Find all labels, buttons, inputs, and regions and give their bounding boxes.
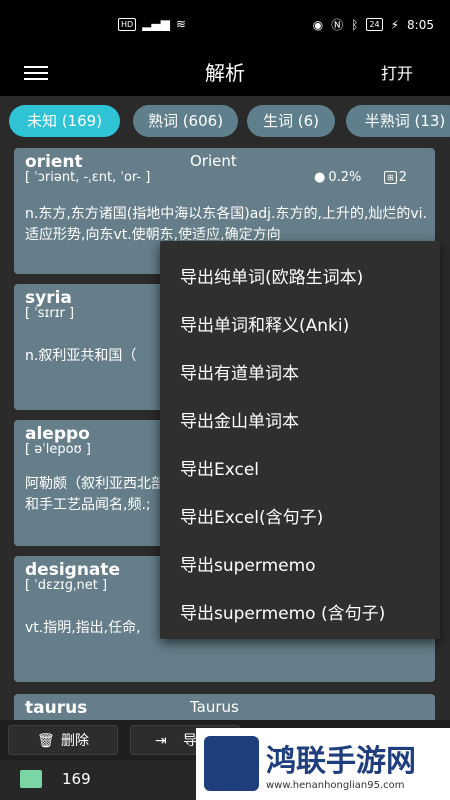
occurrence-count: 2 (398, 170, 407, 185)
word-original: Taurus (190, 698, 239, 716)
location-icon: ● (314, 170, 326, 185)
menu-item-export-excel-sentences[interactable]: 导出Excel(含句子) (180, 503, 323, 528)
delete-label: 删除 (61, 733, 89, 749)
nfc-icon: Ⓝ (331, 18, 344, 32)
menu-item-export-anki[interactable]: 导出单词和释义(Anki) (180, 311, 349, 336)
select-all-checkbox[interactable] (20, 770, 42, 788)
watermark: 鸿联手游网 www.henanhonglian95.com (196, 728, 450, 800)
battery-icon: 24 (366, 18, 383, 31)
tab-half-known[interactable]: 半熟词 (13) (346, 105, 450, 137)
menu-item-export-youdao[interactable]: 导出有道单词本 (180, 359, 299, 384)
watermark-logo-icon (204, 736, 259, 791)
charging-icon: ⚡ (390, 17, 400, 32)
status-left: HD ▂▄▆ ≋ (118, 17, 186, 31)
menu-item-export-supermemo-sentences[interactable]: 导出supermemo (含句子) (180, 599, 385, 624)
frequency-value: 0.2% (328, 170, 362, 185)
menu-item-export-jinshan[interactable]: 导出金山单词本 (180, 407, 299, 432)
watermark-url: www.henanhonglian95.com (266, 780, 405, 791)
bluetooth-icon: ᛒ (351, 17, 359, 32)
tab-new-words[interactable]: 生词 (6) (247, 105, 335, 137)
delete-button[interactable]: 🗑 删除 (8, 725, 118, 755)
export-icon: ⇥ (155, 733, 167, 749)
eye-icon: ◉ (312, 17, 324, 32)
watermark-title: 鸿联手游网 (266, 744, 416, 779)
menu-item-export-plain[interactable]: 导出纯单词(欧路生词本) (180, 263, 363, 288)
tab-unknown[interactable]: 未知 (169) (9, 105, 120, 137)
status-right: ◉ Ⓝ ᛒ 24 ⚡ 8:05 (313, 16, 434, 33)
status-bar: HD ▂▄▆ ≋ ◉ Ⓝ ᛒ 24 ⚡ 8:05 (0, 0, 450, 48)
menu-item-export-supermemo[interactable]: 导出supermemo (180, 551, 316, 576)
word-text: taurus (25, 698, 88, 718)
hd-icon: HD (118, 17, 137, 31)
phonetic: [ ˈɔriənt, -ˌɛnt, ˈor- ] (25, 170, 151, 185)
frequency: ● 0.2% (314, 170, 361, 185)
tab-known[interactable]: 熟词 (606) (133, 105, 238, 137)
definition: n.东方,东方诸国(指地中海以东各国)adj.东方的,上升的,灿烂的vi.适应形… (25, 206, 428, 243)
card-icon: ⊞ (384, 171, 397, 184)
phonetic: [ əˈlepoʊ ] (25, 442, 91, 457)
word-text: designate (25, 560, 121, 580)
word-text: orient (25, 152, 83, 172)
phonetic: [ ˈdɛzɪɡˌnet ] (25, 578, 108, 593)
wifi-icon: ≋ (175, 17, 186, 31)
phonetic: [ ˈsɪrɪr ] (25, 306, 75, 321)
word-text: syria (25, 288, 72, 308)
menu-item-export-excel[interactable]: 导出Excel (180, 455, 259, 480)
export-menu: 导出纯单词(欧路生词本) 导出单词和释义(Anki) 导出有道单词本 导出金山单… (160, 241, 440, 639)
filter-tabs: 未知 (169) 熟词 (606) 生词 (6) 半熟词 (13) (0, 96, 450, 146)
word-text: aleppo (25, 424, 90, 444)
app-bar: 解析 打开 (0, 48, 450, 96)
word-original: Orient (190, 152, 237, 170)
list-item[interactable]: taurus Taurus (14, 694, 435, 720)
occurrence: ⊞ 2 (384, 170, 407, 185)
selected-count: 169 (62, 770, 91, 788)
status-time: 8:05 (407, 17, 434, 32)
signal-icon: ▂▄▆ (142, 17, 170, 31)
open-button[interactable]: 打开 (381, 60, 413, 84)
trash-icon: 🗑 (37, 733, 55, 749)
